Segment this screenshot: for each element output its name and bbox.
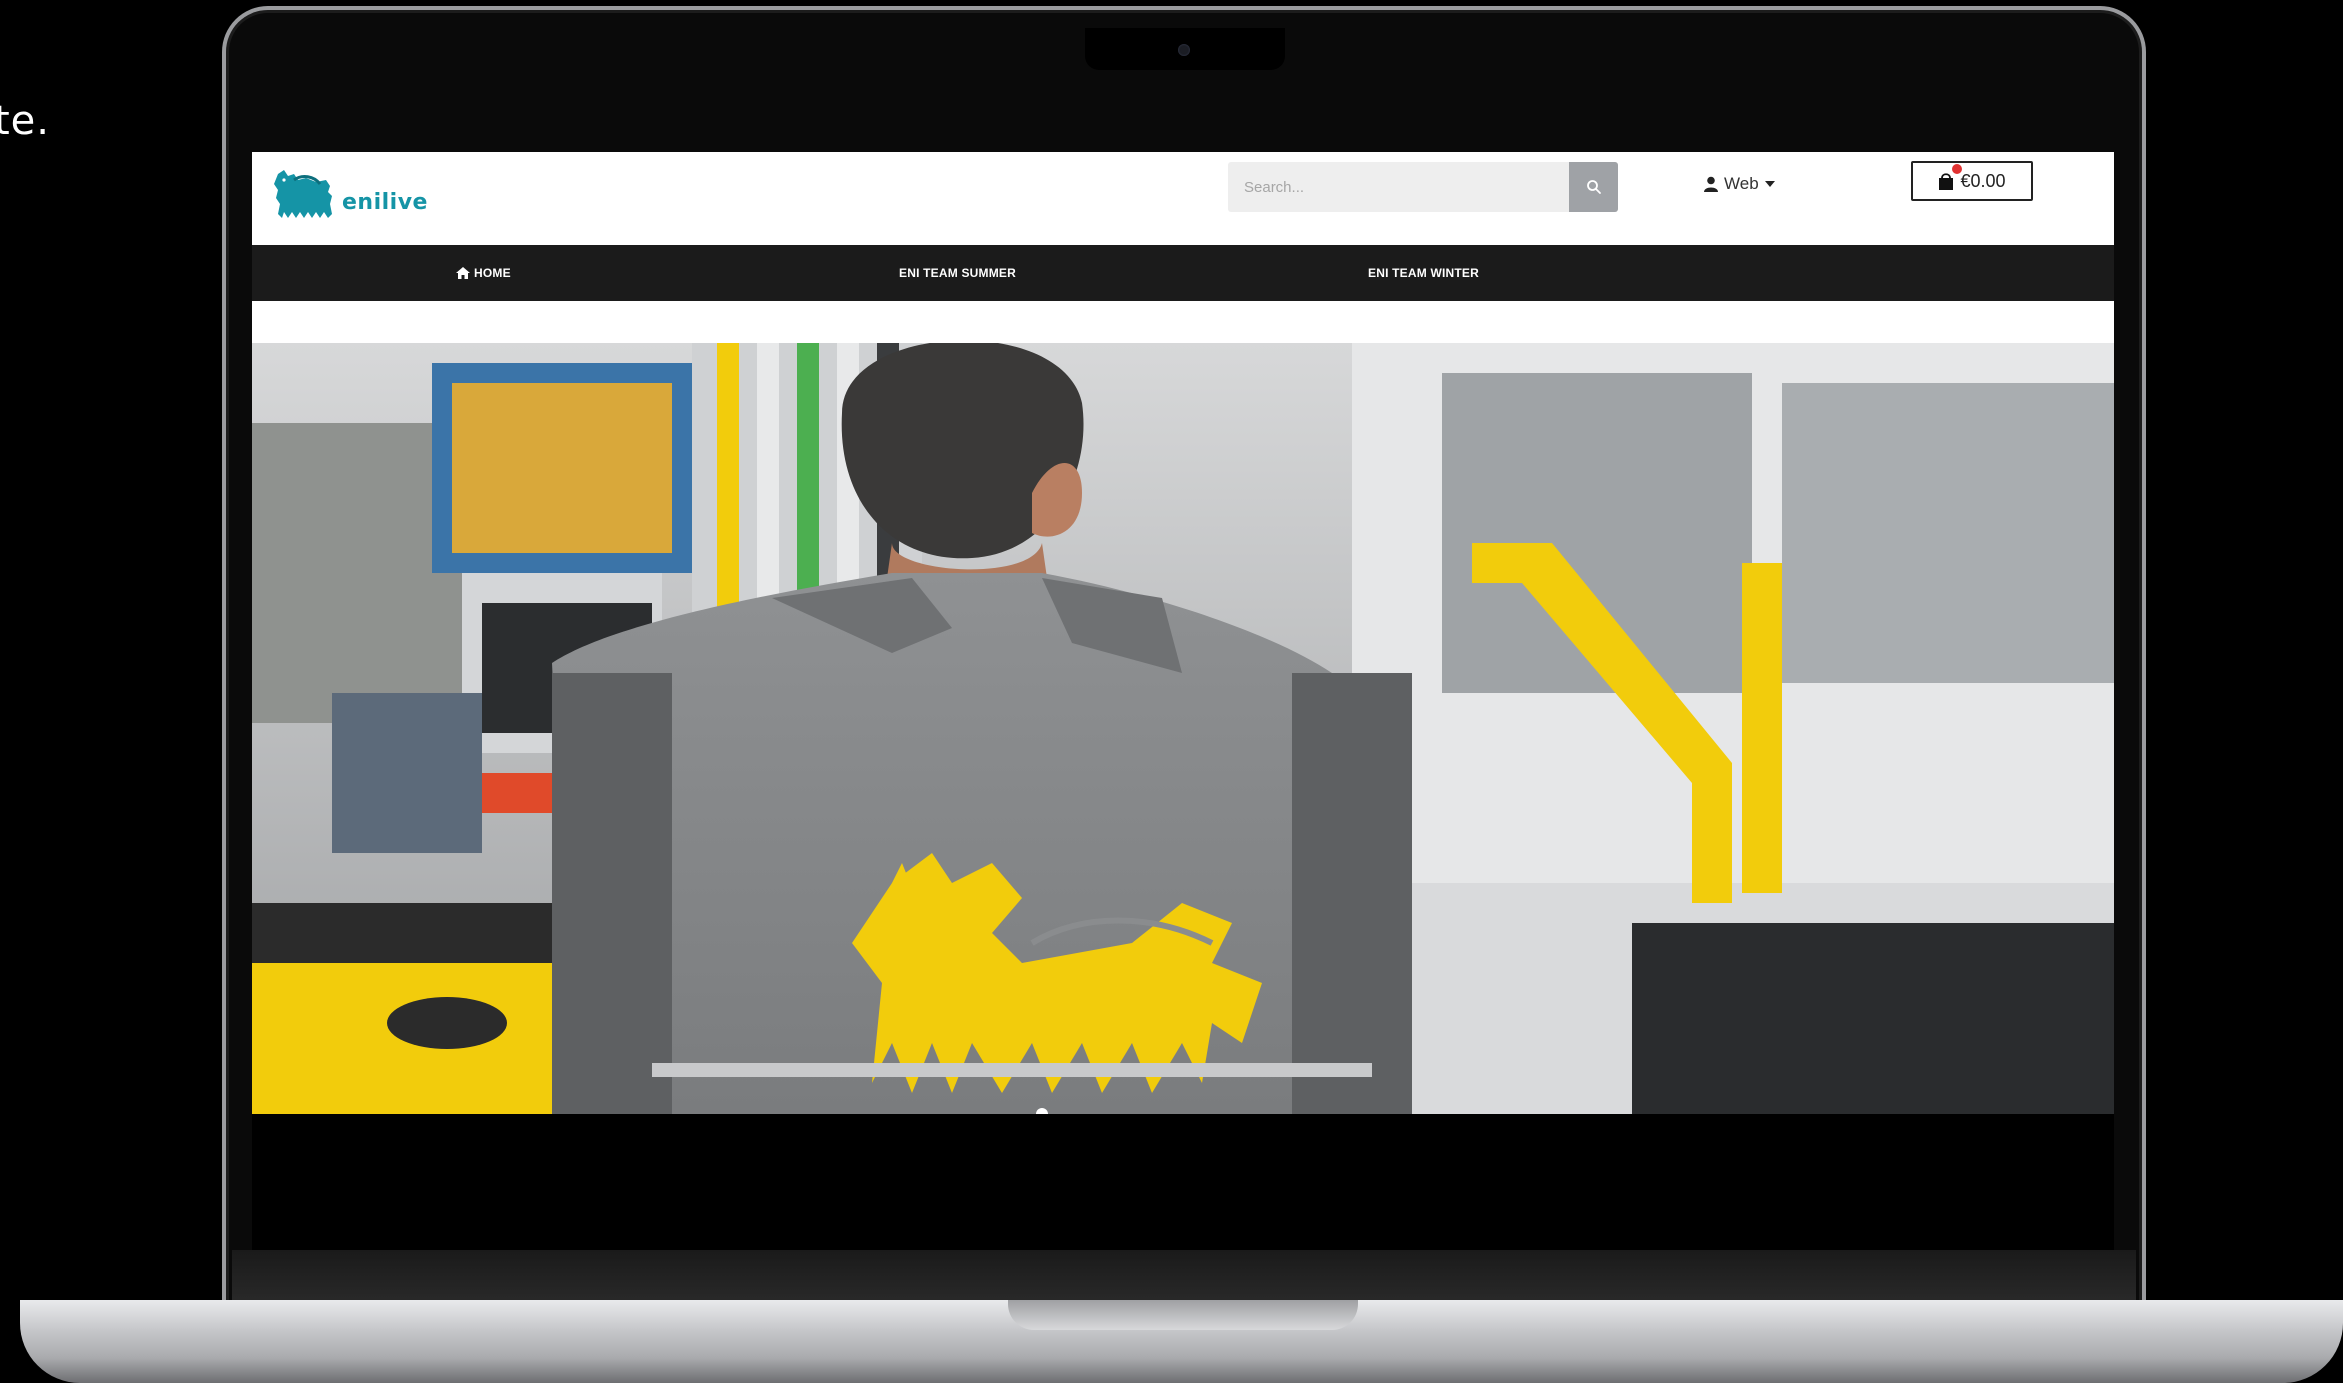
screen-black-area bbox=[252, 1114, 2114, 1250]
shopping-bag-icon bbox=[1938, 164, 1963, 192]
cart-total: €0.00 bbox=[1960, 170, 2006, 191]
search-bar bbox=[1228, 162, 1618, 212]
account-menu[interactable]: Web bbox=[1704, 174, 1775, 194]
caret-down-icon bbox=[1764, 181, 1775, 187]
side-caption: te. bbox=[0, 98, 51, 144]
nav-item-home[interactable]: HOME bbox=[456, 245, 511, 301]
search-icon bbox=[1586, 180, 1601, 194]
main-navigation: HOME ENI TEAM SUMMER ENI TEAM WINTER bbox=[252, 245, 2114, 301]
nav-label-summer: ENI TEAM SUMMER bbox=[899, 266, 1016, 280]
cart-button[interactable]: €0.00 bbox=[1911, 161, 2033, 201]
search-input[interactable] bbox=[1228, 162, 1569, 212]
logo-wordmark: enilive bbox=[342, 189, 428, 215]
site-logo[interactable]: enilive bbox=[270, 166, 428, 228]
user-icon bbox=[1704, 176, 1718, 192]
browser-viewport: enilive Web bbox=[252, 152, 2114, 1114]
site-header: enilive Web bbox=[252, 152, 2114, 245]
account-label: Web bbox=[1724, 174, 1759, 193]
camera-icon bbox=[1178, 44, 1190, 56]
nav-item-eni-team-winter[interactable]: ENI TEAM WINTER bbox=[1368, 245, 1479, 301]
nav-label-home: HOME bbox=[474, 266, 511, 280]
nav-item-eni-team-summer[interactable]: ENI TEAM SUMMER bbox=[899, 245, 1016, 301]
nav-label-winter: ENI TEAM WINTER bbox=[1368, 266, 1479, 280]
home-icon bbox=[456, 267, 470, 279]
eni-dog-logo-icon bbox=[270, 166, 338, 228]
hero-banner-image bbox=[252, 343, 2114, 1114]
search-button[interactable] bbox=[1569, 162, 1618, 212]
laptop-bezel-bottom bbox=[232, 1250, 2136, 1306]
laptop-base-groove bbox=[1008, 1300, 1358, 1330]
